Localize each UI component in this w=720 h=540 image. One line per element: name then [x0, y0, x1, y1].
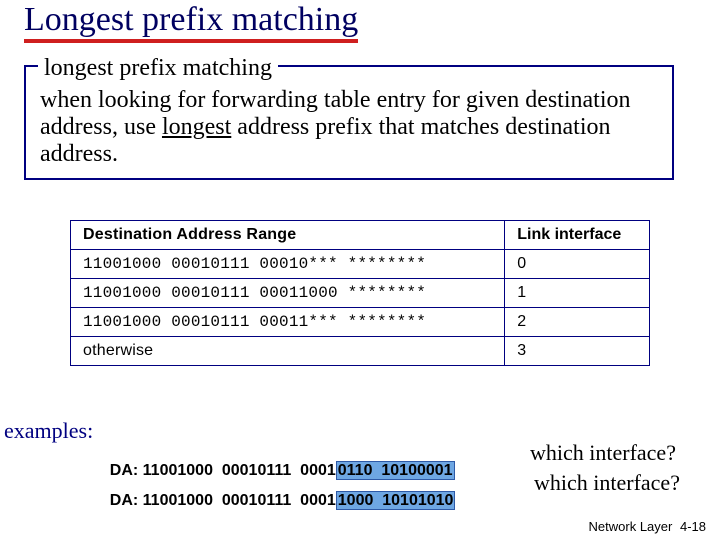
example-2-highlight: 1000 10101010 — [336, 491, 456, 510]
which-interface-2: which interface? — [534, 470, 680, 496]
cell-dest: 11001000 00010111 00011000 ******** — [71, 279, 505, 308]
cell-iface: 3 — [505, 337, 650, 366]
footer: Network Layer 4-18 — [589, 519, 706, 534]
cell-iface: 2 — [505, 308, 650, 337]
definition-underlined: longest — [162, 114, 231, 140]
slide: Longest prefix matching when looking for… — [0, 0, 720, 540]
examples-label: examples: — [4, 418, 93, 444]
cell-dest: 11001000 00010111 00011*** ******** — [71, 308, 505, 337]
example-2: DA: 11001000 00010111 00011000 10101010 — [92, 474, 455, 528]
example-2-prefix: DA: 11001000 00010111 0001 — [110, 492, 336, 509]
slide-title: Longest prefix matching — [24, 2, 358, 43]
footer-page: 4-18 — [680, 519, 706, 534]
table-row: 11001000 00010111 00011000 ******** 1 — [71, 279, 650, 308]
routing-table: Destination Address Range Link interface… — [70, 220, 650, 366]
definition-text: when looking for forwarding table entry … — [40, 87, 658, 168]
table-row: 11001000 00010111 00011*** ******** 2 — [71, 308, 650, 337]
routing-table-wrap: Destination Address Range Link interface… — [70, 220, 650, 366]
table-row: 11001000 00010111 00010*** ******** 0 — [71, 250, 650, 279]
col-header-iface: Link interface — [505, 221, 650, 250]
definition-legend: longest prefix matching — [38, 55, 278, 82]
col-header-dest: Destination Address Range — [71, 221, 505, 250]
which-interface-1: which interface? — [530, 440, 676, 466]
cell-iface: 1 — [505, 279, 650, 308]
definition-box: when looking for forwarding table entry … — [24, 65, 674, 180]
cell-dest: 11001000 00010111 00010*** ******** — [71, 250, 505, 279]
table-row: otherwise 3 — [71, 337, 650, 366]
table-header-row: Destination Address Range Link interface — [71, 221, 650, 250]
cell-iface: 0 — [505, 250, 650, 279]
cell-dest: otherwise — [71, 337, 505, 366]
footer-label: Network Layer — [589, 519, 673, 534]
